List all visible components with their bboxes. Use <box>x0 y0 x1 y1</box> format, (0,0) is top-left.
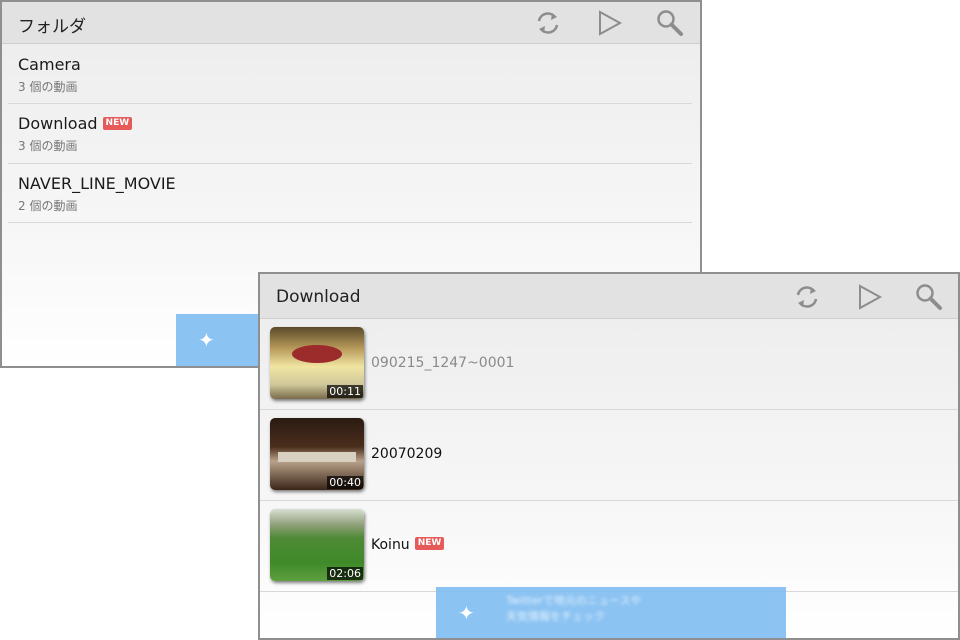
video-thumbnail: 02:06 <box>270 509 364 581</box>
folder-header-bar: フォルダ <box>2 2 700 44</box>
thumbnail-detail <box>292 345 342 363</box>
video-list-screen: Download 00:11 090215_1247~0001 00:40 20… <box>258 272 960 640</box>
thumbnail-detail <box>278 452 356 462</box>
video-duration: 00:40 <box>327 476 363 489</box>
video-thumbnail: 00:11 <box>270 327 364 399</box>
play-icon[interactable] <box>854 282 884 312</box>
video-item[interactable]: 00:40 20070209 <box>260 410 958 501</box>
folder-name: Download <box>18 114 98 133</box>
new-badge: NEW <box>102 117 133 130</box>
banner-text-line: 天気情報をチェック <box>506 610 605 623</box>
banner-text: Twitterで地元のニュースや 天気情報をチェック <box>506 593 641 625</box>
video-duration: 00:11 <box>327 385 363 398</box>
video-thumbnail: 00:40 <box>270 418 364 490</box>
folder-item-camera[interactable]: Camera 3 個の動画 <box>8 45 692 104</box>
folder-item-download[interactable]: Download NEW 3 個の動画 <box>8 104 692 164</box>
folder-video-count: 2 個の動画 <box>18 199 78 213</box>
twitter-bird-icon: ✦ <box>458 601 475 625</box>
banner-text-line: Twitterで地元のニュースや <box>506 594 642 607</box>
refresh-icon[interactable] <box>533 8 563 38</box>
video-title-wrap: Koinu NEW <box>371 537 445 553</box>
video-item[interactable]: 02:06 Koinu NEW <box>260 501 958 592</box>
new-badge: NEW <box>414 537 445 550</box>
page-title: Download <box>276 287 361 307</box>
video-title: Koinu <box>371 537 410 553</box>
video-duration: 02:06 <box>327 567 363 580</box>
play-icon[interactable] <box>594 8 624 38</box>
folder-video-count: 3 個の動画 <box>18 139 78 153</box>
search-icon[interactable] <box>914 282 944 312</box>
page-title: フォルダ <box>18 17 86 37</box>
video-header-bar: Download <box>260 274 958 319</box>
ad-banner[interactable]: ✦ Twitterで地元のニュースや 天気情報をチェック <box>436 587 786 638</box>
twitter-bird-icon: ✦ <box>198 328 215 352</box>
search-icon[interactable] <box>655 8 685 38</box>
video-title: 090215_1247~0001 <box>371 355 515 371</box>
video-title: 20070209 <box>371 446 443 462</box>
folder-name-wrap: Download NEW <box>18 114 133 133</box>
video-item[interactable]: 00:11 090215_1247~0001 <box>260 319 958 410</box>
folder-name: NAVER_LINE_MOVIE <box>18 174 176 193</box>
folder-video-count: 3 個の動画 <box>18 80 78 94</box>
refresh-icon[interactable] <box>792 282 822 312</box>
folder-item-naver-line-movie[interactable]: NAVER_LINE_MOVIE 2 個の動画 <box>8 164 692 223</box>
folder-name: Camera <box>18 55 81 74</box>
